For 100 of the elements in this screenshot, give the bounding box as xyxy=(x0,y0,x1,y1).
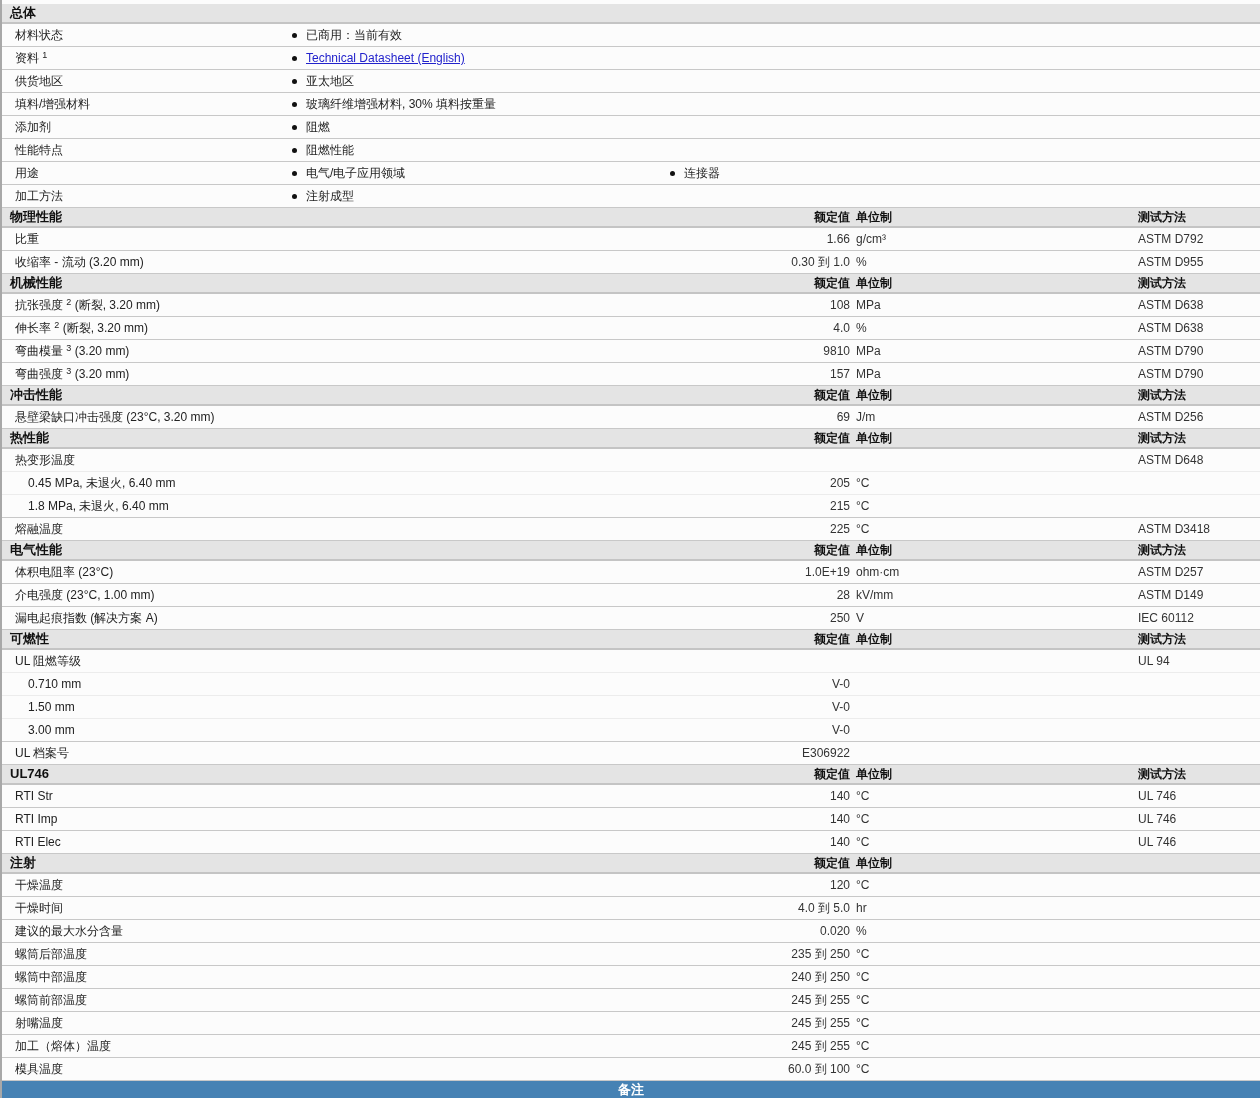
section-title: UL746 xyxy=(9,766,50,781)
property-value: V-0 xyxy=(832,677,850,691)
property-label: 填料/增强材料 xyxy=(15,97,91,111)
property-unit: °C xyxy=(856,993,870,1007)
property-unit: J/m xyxy=(856,410,876,424)
property-value: 69 xyxy=(836,410,850,424)
test-method: ASTM D256 xyxy=(1138,410,1204,424)
property-label: 干燥时间 xyxy=(15,901,63,915)
column-header: 单位制 xyxy=(856,276,892,290)
test-method: ASTM D638 xyxy=(1138,298,1204,312)
property-value: V-0 xyxy=(832,723,850,737)
column-header: 测试方法 xyxy=(1138,276,1186,290)
property-unit: °C xyxy=(856,835,870,849)
test-method: ASTM D149 xyxy=(1138,588,1204,602)
section-title: 电气性能 xyxy=(9,542,62,557)
bullet-icon xyxy=(670,170,675,176)
test-method: ASTM D257 xyxy=(1138,565,1204,579)
column-header: 额定值 xyxy=(814,632,850,646)
property-value: 玻璃纤维增强材料, 30% 填料按重量 xyxy=(306,96,497,113)
property-unit: % xyxy=(856,255,867,269)
property-unit: °C xyxy=(856,1016,870,1030)
property-label: 比重 xyxy=(15,232,39,246)
property-value: 亚太地区 xyxy=(306,73,354,90)
property-value: 108 xyxy=(829,298,850,312)
test-method: UL 746 xyxy=(1138,789,1177,803)
test-method: ASTM D955 xyxy=(1138,255,1204,269)
property-label: 漏电起痕指数 (解决方案 A) xyxy=(15,611,158,625)
column-header: 单位制 xyxy=(856,767,892,781)
property-unit: kV/mm xyxy=(856,588,894,602)
property-unit: % xyxy=(856,924,867,938)
property-unit: g/cm³ xyxy=(856,232,886,246)
property-value: 245 到 255 xyxy=(791,1039,850,1053)
property-label: 模具温度 xyxy=(15,1062,63,1076)
column-header: 额定值 xyxy=(814,431,850,445)
property-value: 215 xyxy=(829,499,850,513)
column-header: 单位制 xyxy=(856,632,892,646)
column-header: 单位制 xyxy=(856,543,892,557)
property-unit: °C xyxy=(856,1062,870,1076)
property-value: E306922 xyxy=(801,746,850,760)
test-method: UL 94 xyxy=(1138,654,1170,668)
property-value: 1.0E+19 xyxy=(804,565,850,579)
test-method: ASTM D648 xyxy=(1138,453,1204,467)
datasheet-link[interactable]: Technical Datasheet (English) xyxy=(306,49,465,67)
property-label: 悬壁梁缺口冲击强度 (23°C, 3.20 mm) xyxy=(15,410,215,424)
property-label: 介电强度 (23°C, 1.00 mm) xyxy=(15,588,155,602)
property-value: 60.0 到 100 xyxy=(787,1062,850,1076)
test-method: IEC 60112 xyxy=(1138,611,1194,625)
column-header: 单位制 xyxy=(856,431,892,445)
property-value: 28 xyxy=(836,588,850,602)
bullet-icon xyxy=(292,101,297,107)
column-header: 额定值 xyxy=(814,543,850,557)
property-label: UL 档案号 xyxy=(15,746,70,760)
test-method: ASTM D790 xyxy=(1138,344,1204,358)
property-label: 加工方法 xyxy=(15,189,63,203)
property-value: 205 xyxy=(829,476,850,490)
property-unit: °C xyxy=(856,878,870,892)
property-label: 0.45 MPa, 未退火, 6.40 mm xyxy=(28,476,176,490)
property-label: 干燥温度 xyxy=(15,878,63,892)
property-unit: MPa xyxy=(856,344,881,358)
column-header: 测试方法 xyxy=(1138,632,1186,646)
property-unit: °C xyxy=(856,499,870,513)
column-header: 单位制 xyxy=(856,856,892,870)
property-label: 伸长率 $^{2}$ (断裂, 3.20 mm) xyxy=(15,321,149,335)
property-label: 弯曲模量 $^{3}$ (3.20 mm) xyxy=(15,344,130,358)
property-label: 射嘴温度 xyxy=(15,1016,63,1030)
property-unit: °C xyxy=(856,812,870,826)
property-unit: °C xyxy=(856,522,870,536)
property-label: RTI Imp xyxy=(15,812,58,826)
property-unit: % xyxy=(856,321,867,335)
column-header: 额定值 xyxy=(814,767,850,781)
property-label: 弯曲强度 $^{3}$ (3.20 mm) xyxy=(15,367,130,381)
property-value: 4.0 到 5.0 xyxy=(797,901,850,915)
property-label: 建议的最大水分含量 xyxy=(15,924,123,938)
property-value: 140 xyxy=(829,812,850,826)
bullet-icon xyxy=(292,147,297,153)
property-value: V-0 xyxy=(832,700,850,714)
section-title: 冲击性能 xyxy=(9,387,62,402)
property-value: 1.66 xyxy=(826,232,850,246)
property-label: RTI Str xyxy=(15,789,53,803)
property-value: 阻燃性能 xyxy=(306,142,354,159)
property-label: 添加剂 xyxy=(15,120,51,134)
property-label: 螺筒前部温度 xyxy=(15,993,87,1007)
property-label: 螺筒中部温度 xyxy=(15,970,87,984)
test-method: ASTM D638 xyxy=(1138,321,1204,335)
property-label: 收缩率 - 流动 (3.20 mm) xyxy=(15,255,144,269)
column-header: 测试方法 xyxy=(1138,388,1186,402)
property-value: 120 xyxy=(829,878,850,892)
column-header: 额定值 xyxy=(814,856,850,870)
property-label: 1.8 MPa, 未退火, 6.40 mm xyxy=(28,499,169,513)
property-value: 140 xyxy=(829,835,850,849)
bullet-icon xyxy=(292,55,297,61)
property-label: RTI Elec xyxy=(15,835,61,849)
property-value: 245 到 255 xyxy=(791,993,850,1007)
column-header: 额定值 xyxy=(814,276,850,290)
property-value: 0.020 xyxy=(819,924,850,938)
property-value: 已商用：当前有效 xyxy=(306,27,402,44)
section-title: 物理性能 xyxy=(9,209,62,224)
section-title: 可燃性 xyxy=(9,631,49,646)
section-title: 热性能 xyxy=(9,430,49,445)
property-value: 250 xyxy=(829,611,850,625)
